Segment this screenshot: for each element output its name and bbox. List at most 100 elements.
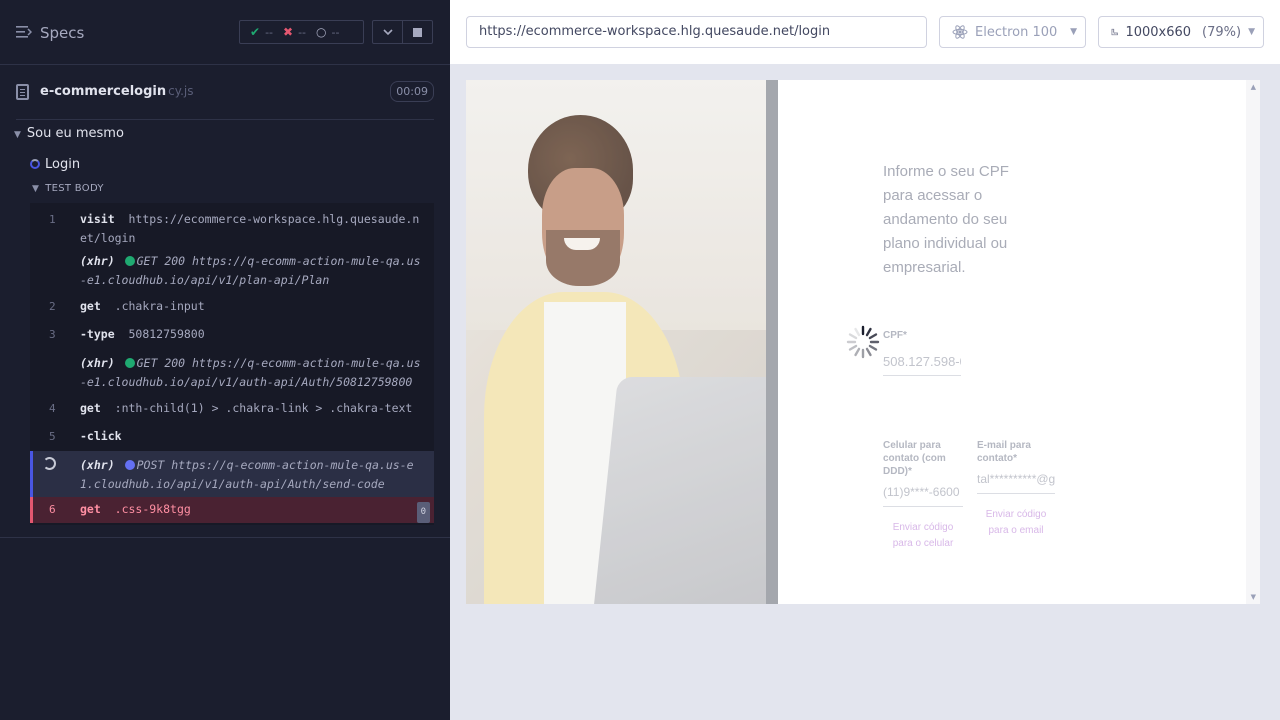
command-message: get .css-9k8tgg <box>80 500 425 519</box>
spec-file-basename: e-commercelogin <box>40 84 167 99</box>
photo-laptop <box>594 377 778 604</box>
command-row[interactable]: 1 visit https://ecommerce-workspace.hlg.… <box>30 207 434 247</box>
reporter-header: Specs ✔ -- ✖ -- ○ -- <box>0 0 450 65</box>
specs-list-icon[interactable] <box>16 25 32 39</box>
divider <box>16 119 434 120</box>
ruler-icon <box>1111 28 1118 36</box>
status-success-icon <box>124 256 135 266</box>
phone-input[interactable]: (11)9****-6600 <box>883 485 963 507</box>
cpf-label: CPF* <box>883 330 907 341</box>
command-name: -click <box>80 429 122 443</box>
command-message: get :nth-child(1) > .chakra-link > .chak… <box>80 399 425 418</box>
command-number: 4 <box>49 402 56 415</box>
command-name: get <box>80 502 101 516</box>
chevron-down-icon <box>382 28 393 35</box>
command-message: -click <box>80 427 425 446</box>
pending-icon: ○ <box>316 25 327 39</box>
document-icon <box>16 84 29 100</box>
command-number: 5 <box>49 430 56 443</box>
xhr-label: (xhr) <box>80 458 115 472</box>
login-instructions: Informe o seu CPF para acessar o andamen… <box>883 163 1009 276</box>
command-row[interactable]: 2 get .chakra-input <box>30 297 434 317</box>
command-number: 2 <box>49 300 56 313</box>
element-count-badge: 0 <box>416 502 430 523</box>
photo-edge <box>766 80 778 604</box>
command-name: get <box>80 401 101 415</box>
suite-label: Sou eu mesmo <box>26 126 124 141</box>
check-icon: ✔ <box>250 25 261 39</box>
spec-file-extension: cy.js <box>168 84 194 98</box>
viewport-scale: (79%) <box>1202 24 1242 40</box>
xhr-message: (xhr) GET 200 https://q-ecomm-action-mule… <box>80 252 425 290</box>
passed-count: -- <box>265 25 274 39</box>
scroll-up-icon[interactable]: ▲ <box>1251 83 1256 91</box>
cpf-input[interactable] <box>883 348 961 376</box>
email-input[interactable]: tal**********@gmail.com <box>977 472 1055 494</box>
test-title[interactable]: Login <box>30 155 80 173</box>
email-label: E-mail para contato* <box>977 440 1031 464</box>
url-bar[interactable]: https://ecommerce-workspace.hlg.quesaude… <box>466 16 927 48</box>
stop-icon <box>413 27 422 37</box>
suite-title[interactable]: ▼ Sou eu mesmo <box>14 126 124 144</box>
command-number: 1 <box>49 213 56 226</box>
send-code-email-link[interactable]: Enviar código para o email <box>977 507 1055 539</box>
browser-selector[interactable]: Electron 100 ▼ <box>939 16 1086 48</box>
chevron-down-icon: ▼ <box>32 184 40 194</box>
loading-spinner-icon <box>846 325 880 359</box>
scroll-down-icon[interactable]: ▼ <box>1251 593 1256 601</box>
command-row-failed[interactable]: 6 get .css-9k8tgg 0 <box>30 497 434 523</box>
email-field-group: E-mail para contato* tal**********@gmail… <box>977 439 1055 539</box>
pending-count: -- <box>331 25 340 39</box>
command-list: 1 visit https://ecommerce-workspace.hlg.… <box>30 203 434 525</box>
chevron-down-icon: ▼ <box>14 130 21 140</box>
test-body-header[interactable]: ▼ TEST BODY <box>32 183 104 194</box>
spec-file-row[interactable]: e-commercelogin cy.js 00:09 <box>16 76 434 108</box>
xhr-message: (xhr) GET 200 https://q-ecomm-action-mule… <box>80 354 425 392</box>
spec-file-name: e-commercelogin cy.js <box>40 84 194 99</box>
xhr-row[interactable]: (xhr) GET 200 https://q-ecomm-action-mule… <box>30 353 434 393</box>
command-number: 6 <box>49 503 56 516</box>
command-message: get .chakra-input <box>80 297 425 316</box>
aut-header: https://ecommerce-workspace.hlg.quesaude… <box>450 0 1280 64</box>
phone-label: Celular para contato (com DDD)* <box>883 440 946 477</box>
scrollbar[interactable] <box>1246 80 1260 604</box>
chevron-down-icon: ▼ <box>1070 27 1077 37</box>
auto-scroll-toggle-button[interactable] <box>372 20 403 44</box>
hero-photo <box>466 80 778 604</box>
specs-label[interactable]: Specs <box>40 24 84 42</box>
command-args: .chakra-input <box>114 299 205 313</box>
command-message: -type 50812759800 <box>80 325 425 344</box>
xhr-label: (xhr) <box>80 254 115 268</box>
xhr-row-pending[interactable]: (xhr) POST https://q-ecomm-action-mule-qa… <box>30 451 434 497</box>
xhr-row[interactable]: (xhr) GET 200 https://q-ecomm-action-mule… <box>30 251 434 291</box>
command-row[interactable]: 3 -type 50812759800 <box>30 325 434 345</box>
send-code-phone-link[interactable]: Enviar código para o celular <box>883 520 963 552</box>
command-name: -type <box>80 327 115 341</box>
chevron-down-icon: ▼ <box>1248 27 1255 37</box>
running-icon <box>30 159 40 169</box>
failed-count: -- <box>298 25 307 39</box>
command-name: visit <box>80 212 115 226</box>
test-stats: ✔ -- ✖ -- ○ -- <box>239 20 364 44</box>
command-row[interactable]: 5 -click <box>30 427 434 447</box>
test-body-label: TEST BODY <box>45 183 104 194</box>
cross-icon: ✖ <box>283 25 294 39</box>
viewport-info[interactable]: 1000x660 (79%) ▼ <box>1098 16 1264 48</box>
passed-stat: ✔ -- <box>240 25 273 39</box>
xhr-message: (xhr) POST https://q-ecomm-action-mule-qa… <box>80 456 425 494</box>
browser-name: Electron 100 <box>975 24 1058 40</box>
command-number: 3 <box>49 328 56 341</box>
command-args: 50812759800 <box>128 327 205 341</box>
stop-button[interactable] <box>402 20 433 44</box>
command-log-panel: Specs ✔ -- ✖ -- ○ -- e-commercelogin cy.j… <box>0 0 450 720</box>
viewport-size: 1000x660 <box>1125 24 1192 40</box>
test-label: Login <box>45 156 81 172</box>
phone-field-group: Celular para contato (com DDD)* (11)9***… <box>883 439 963 552</box>
login-form: Informe o seu CPF para acessar o andamen… <box>778 80 1260 604</box>
command-args: .css-9k8tgg <box>114 502 191 516</box>
status-success-icon <box>124 358 135 368</box>
command-row[interactable]: 4 get :nth-child(1) > .chakra-link > .ch… <box>30 399 434 419</box>
command-message: visit https://ecommerce-workspace.hlg.qu… <box>80 210 425 248</box>
command-args: :nth-child(1) > .chakra-link > .chakra-t… <box>114 401 413 415</box>
command-name: get <box>80 299 101 313</box>
